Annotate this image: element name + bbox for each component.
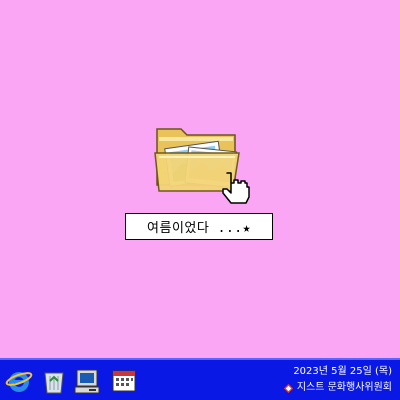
recycle-bin-icon[interactable] [40, 367, 68, 395]
system-tray: 2023년 5월 25일 (목) 지스트 문화행사위원회 [283, 364, 392, 396]
internet-explorer-icon[interactable] [5, 367, 33, 395]
date-text: 2023년 5월 25일 (목) [293, 366, 392, 377]
calendar-icon[interactable] [110, 367, 138, 395]
desktop: 여름이었다 ...★ [0, 0, 400, 358]
gist-logo-icon [283, 383, 294, 394]
photo-folder-icon[interactable] [153, 123, 253, 205]
folder-label[interactable]: 여름이었다 ...★ [125, 213, 273, 240]
my-computer-icon[interactable] [73, 367, 101, 395]
org-name: 지스트 문화행사위원회 [296, 382, 392, 393]
taskbar: 2023년 5월 25일 (목) 지스트 문화행사위원회 [0, 358, 400, 400]
